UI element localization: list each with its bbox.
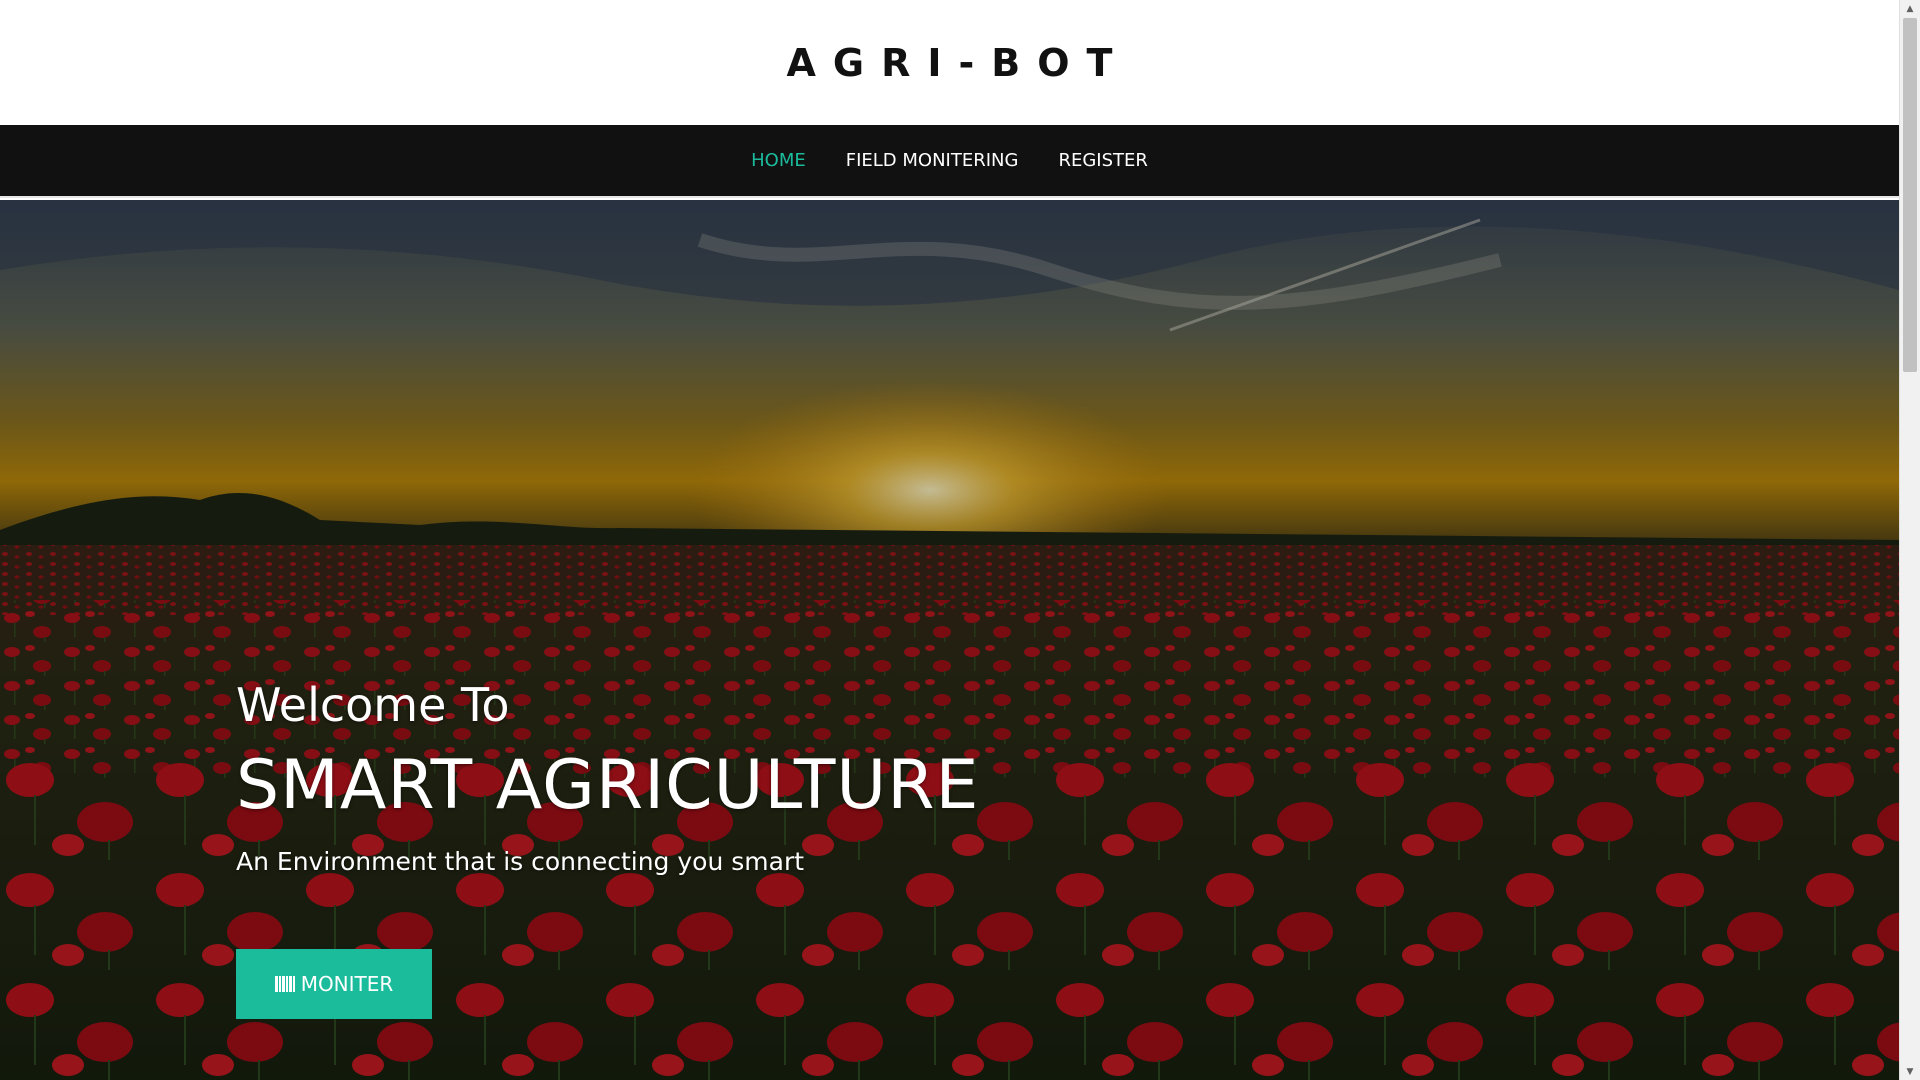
site-header: AGRI-BOT	[0, 0, 1899, 125]
moniter-button-label: MONITER	[300, 972, 394, 996]
barcode-icon	[274, 976, 295, 992]
main-navbar: HOME FIELD MONITERING REGISTER	[0, 125, 1899, 198]
moniter-button[interactable]: MONITER	[236, 949, 432, 1019]
page: AGRI-BOT HOME FIELD MONITERING REGISTER	[0, 0, 1899, 1080]
nav-item-register[interactable]: REGISTER	[1058, 144, 1147, 177]
hero-section: Welcome To SMART AGRICULTURE An Environm…	[0, 200, 1899, 1080]
vertical-scrollbar[interactable]: ▲ ▼	[1899, 0, 1920, 1080]
scroll-up-arrow-icon[interactable]: ▲	[1900, 0, 1920, 17]
hero-dark-overlay	[0, 200, 1899, 1080]
hero-title: SMART AGRICULTURE	[236, 746, 980, 825]
scrollbar-thumb[interactable]	[1903, 18, 1917, 372]
hero-welcome-text: Welcome To	[236, 678, 510, 732]
nav-item-field-monitering[interactable]: FIELD MONITERING	[846, 144, 1019, 177]
hero-subtitle: An Environment that is connecting you sm…	[236, 847, 805, 876]
brand-logo-text[interactable]: AGRI-BOT	[770, 41, 1130, 85]
hero-text-block: Welcome To SMART AGRICULTURE An Environm…	[236, 678, 979, 876]
nav-item-home[interactable]: HOME	[751, 144, 806, 177]
scroll-down-arrow-icon[interactable]: ▼	[1900, 1063, 1920, 1080]
